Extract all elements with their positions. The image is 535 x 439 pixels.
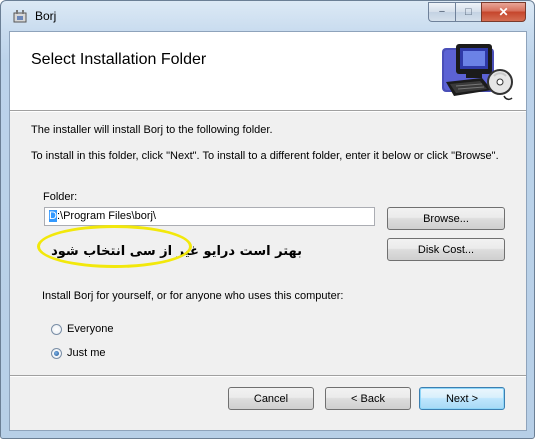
installer-app-icon: [13, 10, 27, 23]
footer-divider: [10, 375, 526, 377]
minimize-button[interactable]: −: [428, 2, 455, 22]
radio-just-me[interactable]: [51, 348, 62, 359]
folder-input[interactable]: D:\Program Files\borj\: [44, 207, 375, 226]
intro-text: The installer will install Borj to the f…: [31, 124, 273, 136]
radio-selected-dot: [54, 351, 59, 356]
caption-buttons: − □ ✕: [428, 2, 526, 22]
computer-cd-icon: [442, 44, 513, 101]
window-title: Borj: [35, 9, 57, 23]
banner-divider: [10, 110, 526, 112]
folder-selected-text: D: [49, 210, 57, 222]
folder-path-text: :\Program Files\borj\: [56, 210, 156, 222]
instruction-text: To install in this folder, click "Next".…: [31, 150, 499, 162]
back-button[interactable]: < Back: [325, 387, 411, 410]
title-bar[interactable]: Borj − □ ✕: [1, 1, 534, 31]
dialog-client-area: Select Installation Folder The installer…: [9, 31, 527, 431]
radio-just-me-label[interactable]: Just me: [67, 347, 106, 359]
folder-label: Folder:: [43, 191, 78, 203]
maximize-button[interactable]: □: [455, 2, 481, 22]
next-button[interactable]: Next >: [419, 387, 505, 410]
disk-cost-button[interactable]: Disk Cost...: [387, 238, 505, 261]
browse-button[interactable]: Browse...: [387, 207, 505, 230]
installer-window: Borj − □ ✕ Select Installation Folder Th…: [0, 0, 535, 439]
highlight-annotation: [37, 225, 192, 268]
install-for-label: Install Borj for yourself, or for anyone…: [42, 290, 344, 302]
page-title: Select Installation Folder: [31, 51, 207, 68]
radio-everyone-label[interactable]: Everyone: [67, 323, 113, 335]
header-banner: Select Installation Folder: [10, 32, 526, 110]
radio-everyone[interactable]: [51, 324, 62, 335]
cancel-button[interactable]: Cancel: [228, 387, 314, 410]
close-button[interactable]: ✕: [481, 2, 526, 22]
